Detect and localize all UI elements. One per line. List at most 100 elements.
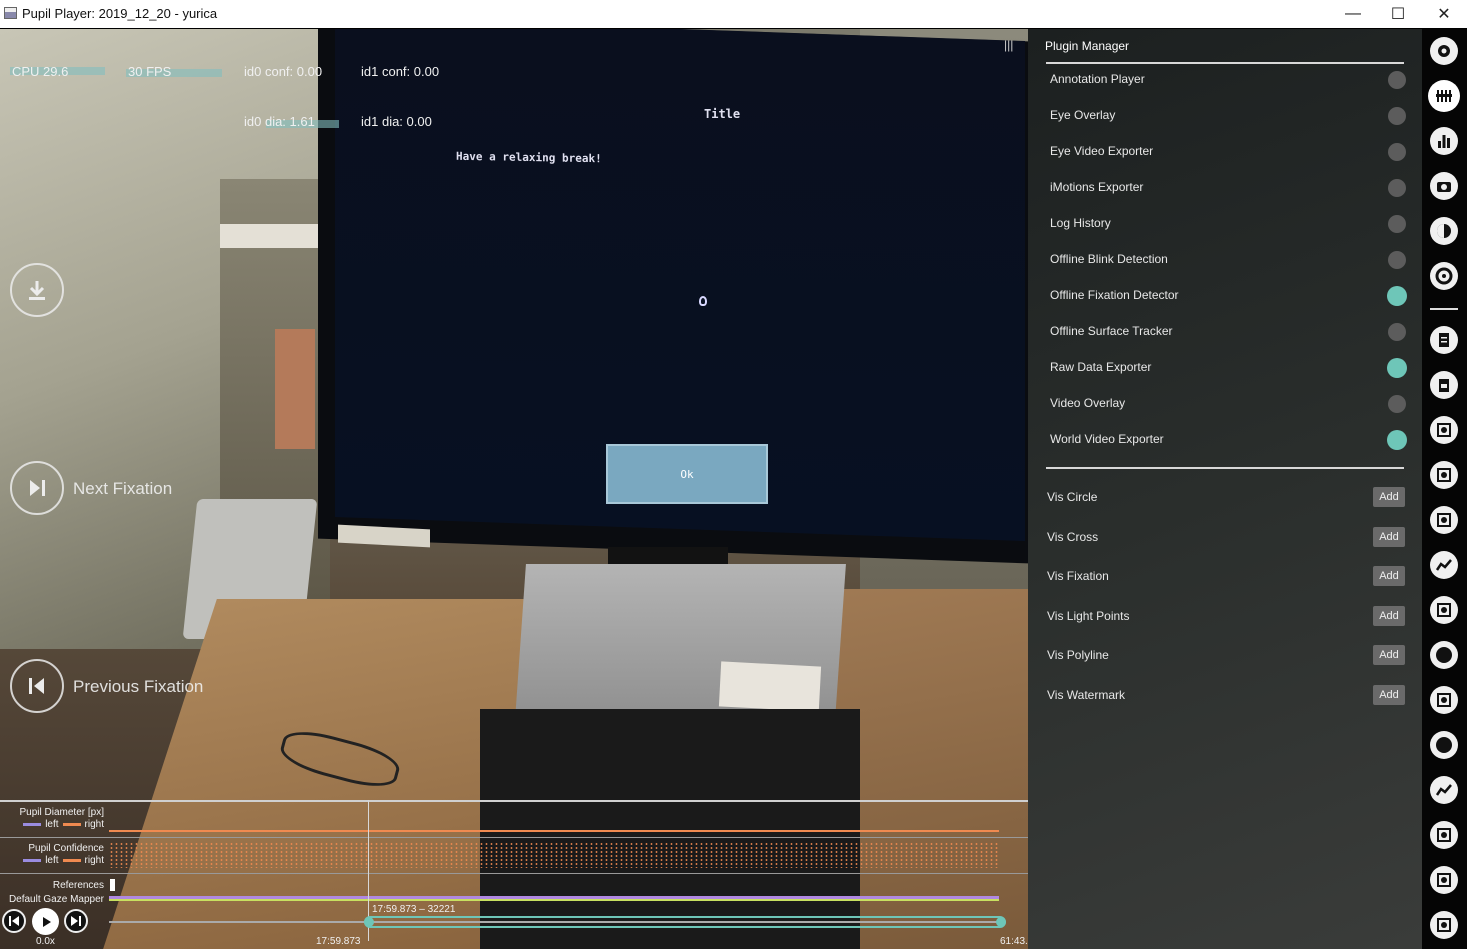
reference-marker[interactable] bbox=[110, 879, 115, 891]
plugin-toggle-row[interactable]: Eye Overlay bbox=[1050, 98, 1406, 134]
gear-icon[interactable] bbox=[1430, 37, 1458, 65]
plugin-toggle-row[interactable]: iMotions Exporter bbox=[1050, 170, 1406, 206]
timeline-top-rule bbox=[0, 800, 1028, 802]
trim-range[interactable] bbox=[364, 916, 1006, 928]
plugin-toggle-switch[interactable] bbox=[1388, 251, 1406, 269]
target-icon[interactable] bbox=[1430, 262, 1458, 290]
step-forward-icon bbox=[71, 916, 81, 926]
pupil-diameter-trace bbox=[109, 830, 999, 832]
plugin-toggle-switch[interactable] bbox=[1387, 286, 1407, 306]
plugin-label: Eye Overlay bbox=[1050, 108, 1116, 122]
export-icon[interactable] bbox=[1430, 371, 1458, 399]
pupil-confidence-label: Pupil Confidence bbox=[28, 843, 104, 854]
add-plugin-button[interactable]: Add bbox=[1373, 605, 1405, 626]
add-plugin-button[interactable]: Add bbox=[1373, 487, 1405, 507]
plugin-toggle-switch[interactable] bbox=[1387, 430, 1407, 450]
pupil-confidence-legend: left right bbox=[0, 855, 104, 866]
plugin-toggle-row[interactable]: Offline Blink Detection bbox=[1050, 242, 1406, 278]
gaze-mapper-label: Default Gaze Mapper bbox=[8, 894, 104, 904]
legend-left: left bbox=[45, 855, 59, 866]
plugin-toggle-row[interactable]: Raw Data Exporter bbox=[1050, 350, 1407, 386]
plugin-toggle-row[interactable]: Eye Video Exporter bbox=[1050, 134, 1406, 170]
bar-chart-icon[interactable] bbox=[1430, 127, 1458, 155]
surface-icon[interactable] bbox=[1430, 821, 1458, 849]
vis-plugin-row: Vis Fixation Add bbox=[1047, 559, 1405, 599]
playback-speed: 0.0x bbox=[36, 936, 55, 947]
id0-conf-readout: id0 conf: 0.00 bbox=[244, 64, 323, 79]
maximize-button[interactable]: ☐ bbox=[1375, 0, 1421, 28]
add-plugin-button[interactable]: Add bbox=[1373, 526, 1405, 547]
play-button[interactable] bbox=[32, 908, 59, 935]
plugin-toggle-switch[interactable] bbox=[1388, 107, 1406, 125]
line-graph-icon[interactable] bbox=[1430, 551, 1458, 579]
left-swatch bbox=[23, 858, 42, 862]
plugin-toggle-row[interactable]: Video Overlay bbox=[1050, 386, 1406, 422]
circle-icon[interactable] bbox=[1430, 641, 1458, 669]
line-graph-icon[interactable] bbox=[1430, 776, 1458, 804]
menu-grip-icon[interactable]: ||| bbox=[1004, 39, 1016, 51]
surface-icon[interactable] bbox=[1430, 416, 1458, 444]
plugin-toggle-switch[interactable] bbox=[1388, 71, 1406, 89]
surface-icon[interactable] bbox=[1430, 866, 1458, 894]
left-swatch bbox=[23, 822, 42, 826]
surface-icon[interactable] bbox=[1430, 911, 1458, 939]
pupil-diameter-label: Pupil Diameter [px] bbox=[19, 807, 104, 818]
equalizer-icon[interactable] bbox=[1430, 82, 1458, 110]
vis-plugin-row: Vis Light Points Add bbox=[1047, 599, 1405, 639]
play-icon bbox=[42, 916, 51, 927]
plugin-label: Eye Video Exporter bbox=[1050, 144, 1154, 158]
plugin-toggle-switch[interactable] bbox=[1387, 358, 1407, 378]
plugin-toggle-switch[interactable] bbox=[1388, 395, 1406, 413]
next-fixation-button[interactable] bbox=[10, 461, 64, 515]
surface-icon[interactable] bbox=[1430, 506, 1458, 534]
trim-start-handle[interactable] bbox=[364, 917, 374, 927]
eye-half-icon[interactable] bbox=[1430, 217, 1458, 245]
plugin-label: Log History bbox=[1050, 216, 1111, 230]
surface-icon[interactable] bbox=[1430, 686, 1458, 714]
vis-plugin-label: Vis Fixation bbox=[1047, 569, 1109, 584]
plugin-label: Video Overlay bbox=[1050, 396, 1126, 410]
add-plugin-button[interactable]: Add bbox=[1373, 685, 1405, 705]
monitor-sticker bbox=[338, 524, 430, 548]
trim-end-handle[interactable] bbox=[996, 917, 1006, 927]
pupil-confidence-trace bbox=[109, 842, 999, 868]
window-title: Pupil Player: 2019_12_20 - yurica bbox=[22, 6, 218, 21]
plugin-toggle-row[interactable]: Log History bbox=[1050, 206, 1406, 242]
trim-range-label: 17:59.873 – 32221 bbox=[372, 904, 456, 915]
plugin-label: Offline Blink Detection bbox=[1050, 252, 1168, 266]
screen-title: Title bbox=[704, 107, 741, 121]
mouse-cursor-icon bbox=[699, 296, 707, 306]
step-back-button[interactable] bbox=[2, 909, 26, 933]
previous-fixation-button[interactable] bbox=[10, 659, 64, 713]
plugin-toggle-row[interactable]: Offline Fixation Detector bbox=[1050, 278, 1407, 314]
track-divider bbox=[0, 873, 1028, 874]
close-button[interactable]: ✕ bbox=[1421, 0, 1467, 28]
plugin-toggle-row[interactable]: Offline Surface Tracker bbox=[1050, 314, 1406, 350]
id1-dia-readout: id1 dia: 0.00 bbox=[361, 114, 432, 129]
download-button[interactable] bbox=[10, 263, 64, 317]
step-forward-button[interactable] bbox=[64, 909, 88, 933]
vis-plugin-row: Vis Polyline Add bbox=[1047, 638, 1405, 678]
plugin-toggle-switch[interactable] bbox=[1388, 215, 1406, 233]
cpu-readout: CPU 29.6 bbox=[12, 64, 69, 79]
next-fixation-label: Next Fixation bbox=[73, 479, 173, 498]
plugin-toggle-switch[interactable] bbox=[1388, 323, 1406, 341]
screen-message: Have a relaxing break! bbox=[456, 149, 602, 166]
plugin-toggle-row[interactable]: World Video Exporter bbox=[1050, 422, 1407, 458]
add-plugin-button[interactable]: Add bbox=[1373, 645, 1405, 666]
add-plugin-button[interactable]: Add bbox=[1373, 566, 1405, 587]
plugin-toggle-switch[interactable] bbox=[1388, 179, 1406, 197]
circle-icon[interactable] bbox=[1430, 731, 1458, 759]
plugin-label: Raw Data Exporter bbox=[1050, 360, 1152, 374]
plugin-toggle-switch[interactable] bbox=[1388, 143, 1406, 161]
surface-icon[interactable] bbox=[1430, 461, 1458, 489]
vis-plugin-row: Vis Cross Add bbox=[1047, 520, 1405, 560]
legend-right: right bbox=[84, 819, 104, 830]
surface-icon[interactable] bbox=[1430, 596, 1458, 624]
plugin-toggle-row[interactable]: Annotation Player bbox=[1050, 62, 1406, 98]
download-icon bbox=[29, 281, 45, 300]
minimize-button[interactable]: — bbox=[1330, 0, 1376, 28]
camera-icon[interactable] bbox=[1430, 172, 1458, 200]
document-icon[interactable] bbox=[1430, 326, 1458, 354]
timeline-panel: Pupil Diameter [px] left right Pupil Conf… bbox=[0, 800, 1045, 949]
